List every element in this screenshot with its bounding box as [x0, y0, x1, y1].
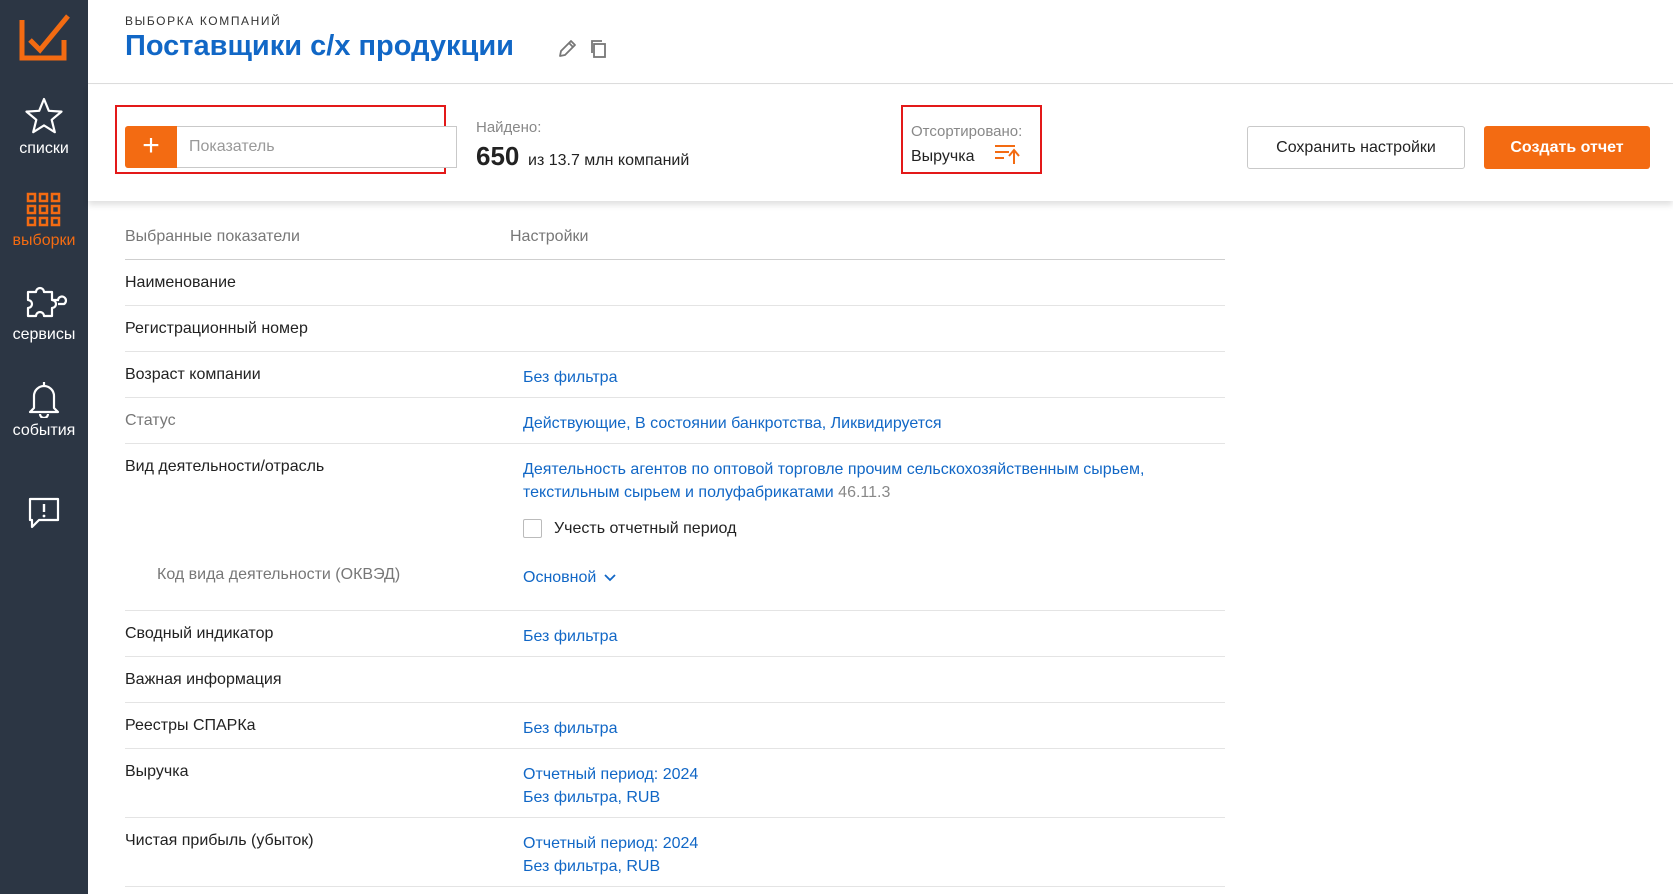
create-report-button[interactable]: Создать отчет — [1484, 126, 1650, 169]
add-indicator-button[interactable]: + — [125, 126, 177, 168]
sidebar-item-selections[interactable]: выборки — [0, 192, 88, 250]
logo-icon[interactable] — [18, 10, 72, 64]
page-eyebrow: ВЫБОРКА КОМПАНИЙ — [125, 14, 282, 28]
page-header: ВЫБОРКА КОМПАНИЙ Поставщики с/х продукци… — [88, 0, 1673, 84]
indicators-table: Выбранные показатели Настройки Наименова… — [125, 210, 1225, 887]
dropdown-value: Основной — [523, 569, 597, 586]
sidebar-item-services[interactable]: сервисы — [0, 284, 88, 344]
feedback-icon — [28, 497, 60, 529]
indicator-input[interactable] — [177, 126, 457, 168]
toolbar: + Найдено: 650 из 13.7 млн компаний Отсо… — [88, 85, 1673, 201]
table-row: Сводный индикатор Без фильтра — [125, 611, 1225, 657]
table-header: Выбранные показатели Настройки — [125, 210, 1225, 260]
grid-icon — [26, 192, 61, 227]
filter-line: Без фильтра, RUB — [523, 858, 661, 875]
bell-icon — [28, 382, 60, 418]
indicator-name: Важная информация — [125, 671, 282, 688]
title-actions — [556, 38, 610, 60]
table-row: Чистая прибыль (убыток) Отчетный период:… — [125, 818, 1225, 887]
indicator-setting-link[interactable]: Без фильтра — [523, 717, 617, 740]
sort-ascending-icon[interactable] — [993, 142, 1021, 166]
industry-line-2: текстильным сырьем и полуфабрикатами — [523, 484, 834, 501]
table-row: Статус Действующие, В состоянии банкротс… — [125, 398, 1225, 444]
indicator-name: Статус — [125, 412, 176, 429]
indicator-name: Возраст компании — [125, 366, 261, 383]
indicator-name: Чистая прибыль (убыток) — [125, 832, 314, 849]
found-label: Найдено: — [476, 119, 542, 136]
sidebar-item-label: списки — [19, 140, 69, 157]
period-line: Отчетный период: 2024 — [523, 835, 699, 852]
indicator-name: Реестры СПАРКа — [125, 717, 256, 734]
indicator-setting-link[interactable]: Отчетный период: 2024 Без фильтра, RUB — [523, 832, 698, 878]
indicator-setting-link[interactable]: Без фильтра — [523, 366, 617, 389]
chevron-down-icon — [604, 573, 616, 581]
sorted-label: Отсортировано: — [911, 123, 1023, 140]
account-period-checkbox-row[interactable]: Учесть отчетный период — [523, 519, 736, 538]
sidebar-item-label: сервисы — [12, 326, 76, 343]
sidebar-item-feedback[interactable] — [0, 496, 88, 534]
page-title: Поставщики с/х продукции — [125, 30, 514, 62]
copy-icon[interactable] — [588, 38, 610, 60]
indicator-setting-link[interactable]: Деятельность агентов по оптовой торговле… — [523, 458, 1144, 504]
table-row: Регистрационный номер — [125, 306, 1225, 352]
okved-type-dropdown[interactable]: Основной — [523, 566, 616, 589]
sidebar-item-label: выборки — [12, 232, 76, 249]
column-header-indicators: Выбранные показатели — [125, 228, 300, 245]
indicator-name: Наименование — [125, 274, 236, 291]
found-count: 650 — [476, 141, 520, 171]
sidebar-item-lists[interactable]: списки — [0, 96, 88, 158]
table-row: Код вида деятельности (ОКВЭД) Основной — [125, 558, 1225, 611]
star-icon — [25, 97, 63, 134]
sidebar-item-events[interactable]: события — [0, 378, 88, 440]
indicator-name: Выручка — [125, 763, 189, 780]
table-row: Важная информация — [125, 657, 1225, 703]
table-row: Реестры СПАРКа Без фильтра — [125, 703, 1225, 749]
indicator-setting-link[interactable]: Отчетный период: 2024 Без фильтра, RUB — [523, 763, 698, 809]
indicator-name: Сводный индикатор — [125, 625, 274, 642]
filter-line: Без фильтра, RUB — [523, 789, 661, 806]
indicator-name: Вид деятельности/отрасль — [125, 458, 325, 475]
save-settings-button[interactable]: Сохранить настройки — [1247, 126, 1465, 169]
indicator-name: Регистрационный номер — [125, 320, 308, 337]
account-period-checkbox[interactable] — [523, 519, 542, 538]
table-row: Вид деятельности/отрасль Деятельность аг… — [125, 444, 1225, 558]
sidebar-item-label: события — [12, 422, 76, 439]
checkbox-label: Учесть отчетный период — [554, 519, 737, 537]
found-text: из 13.7 млн компаний — [528, 152, 690, 169]
puzzle-icon — [26, 286, 67, 318]
indicator-name: Код вида деятельности (ОКВЭД) — [157, 566, 401, 583]
industry-line-1: Деятельность агентов по оптовой торговле… — [523, 461, 1145, 478]
okved-code: 46.11.3 — [838, 484, 891, 501]
sidebar: списки выборки сервисы события — [0, 0, 88, 894]
sorted-value[interactable]: Выручка — [911, 148, 974, 166]
table-row: Выручка Отчетный период: 2024 Без фильтр… — [125, 749, 1225, 818]
indicator-setting-link[interactable]: Без фильтра — [523, 625, 617, 648]
pencil-icon[interactable] — [556, 38, 578, 60]
column-header-settings: Настройки — [510, 228, 589, 245]
table-row: Наименование — [125, 260, 1225, 306]
period-line: Отчетный период: 2024 — [523, 766, 699, 783]
table-row: Возраст компании Без фильтра — [125, 352, 1225, 398]
indicator-setting-link[interactable]: Действующие, В состоянии банкротства, Ли… — [523, 412, 942, 435]
